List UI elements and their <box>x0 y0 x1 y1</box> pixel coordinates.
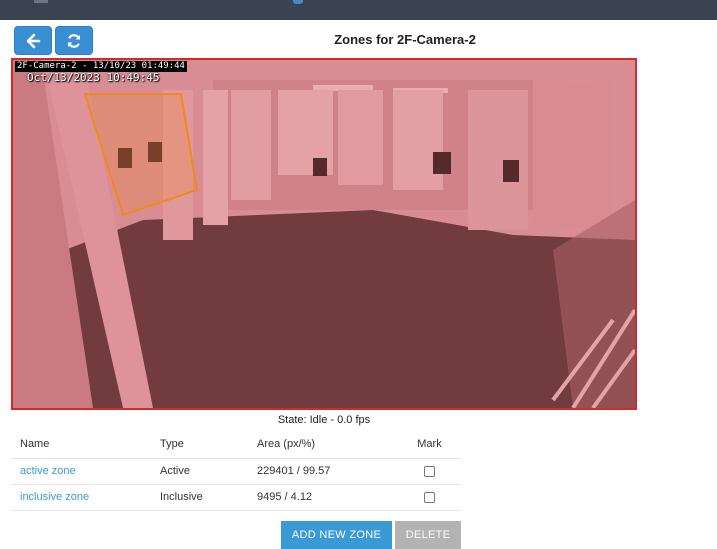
zone-link-inclusive[interactable]: inclusive zone <box>20 491 89 503</box>
arrow-left-icon <box>26 33 41 48</box>
col-header-mark: Mark <box>398 430 461 459</box>
camera-image <box>13 60 635 408</box>
zone-type: Inclusive <box>151 484 248 511</box>
col-header-name: Name <box>11 430 151 459</box>
col-header-type: Type <box>151 430 248 459</box>
navbar-item[interactable] <box>34 0 48 3</box>
zone-link-active[interactable]: active zone <box>20 465 76 477</box>
table-row: inclusive zone Inclusive 9495 / 4.12 <box>11 484 461 511</box>
delete-button[interactable]: DELETE <box>395 521 461 549</box>
refresh-button[interactable] <box>55 26 93 55</box>
page-title: Zones for 2F-Camera-2 <box>334 32 476 47</box>
zone-type: Active <box>151 458 248 485</box>
add-new-zone-button[interactable]: ADD NEW ZONE <box>281 521 392 549</box>
zone-area: 9495 / 4.12 <box>248 484 398 511</box>
table-header-row: Name Type Area (px/%) Mark <box>11 430 461 459</box>
stream-state: State: Idle - 0.0 fps <box>277 414 371 426</box>
zone-area: 229401 / 99.57 <box>248 458 398 485</box>
mark-checkbox[interactable] <box>424 465 435 477</box>
navbar-active-indicator <box>293 0 303 4</box>
zones-table: Name Type Area (px/%) Mark active zone A… <box>11 430 461 511</box>
col-header-area: Area (px/%) <box>248 430 398 459</box>
mark-checkbox[interactable] <box>424 491 435 503</box>
back-button[interactable] <box>14 26 52 55</box>
camera-view[interactable]: 2F-Camera-2 - 13/10/23 01:49:44 Oct/13/2… <box>11 58 637 410</box>
table-row: active zone Active 229401 / 99.57 <box>11 458 461 485</box>
top-navbar <box>0 0 717 20</box>
camera-overlay-clock: Oct/13/2023 10:49:45 <box>27 71 160 84</box>
refresh-icon <box>67 33 81 48</box>
